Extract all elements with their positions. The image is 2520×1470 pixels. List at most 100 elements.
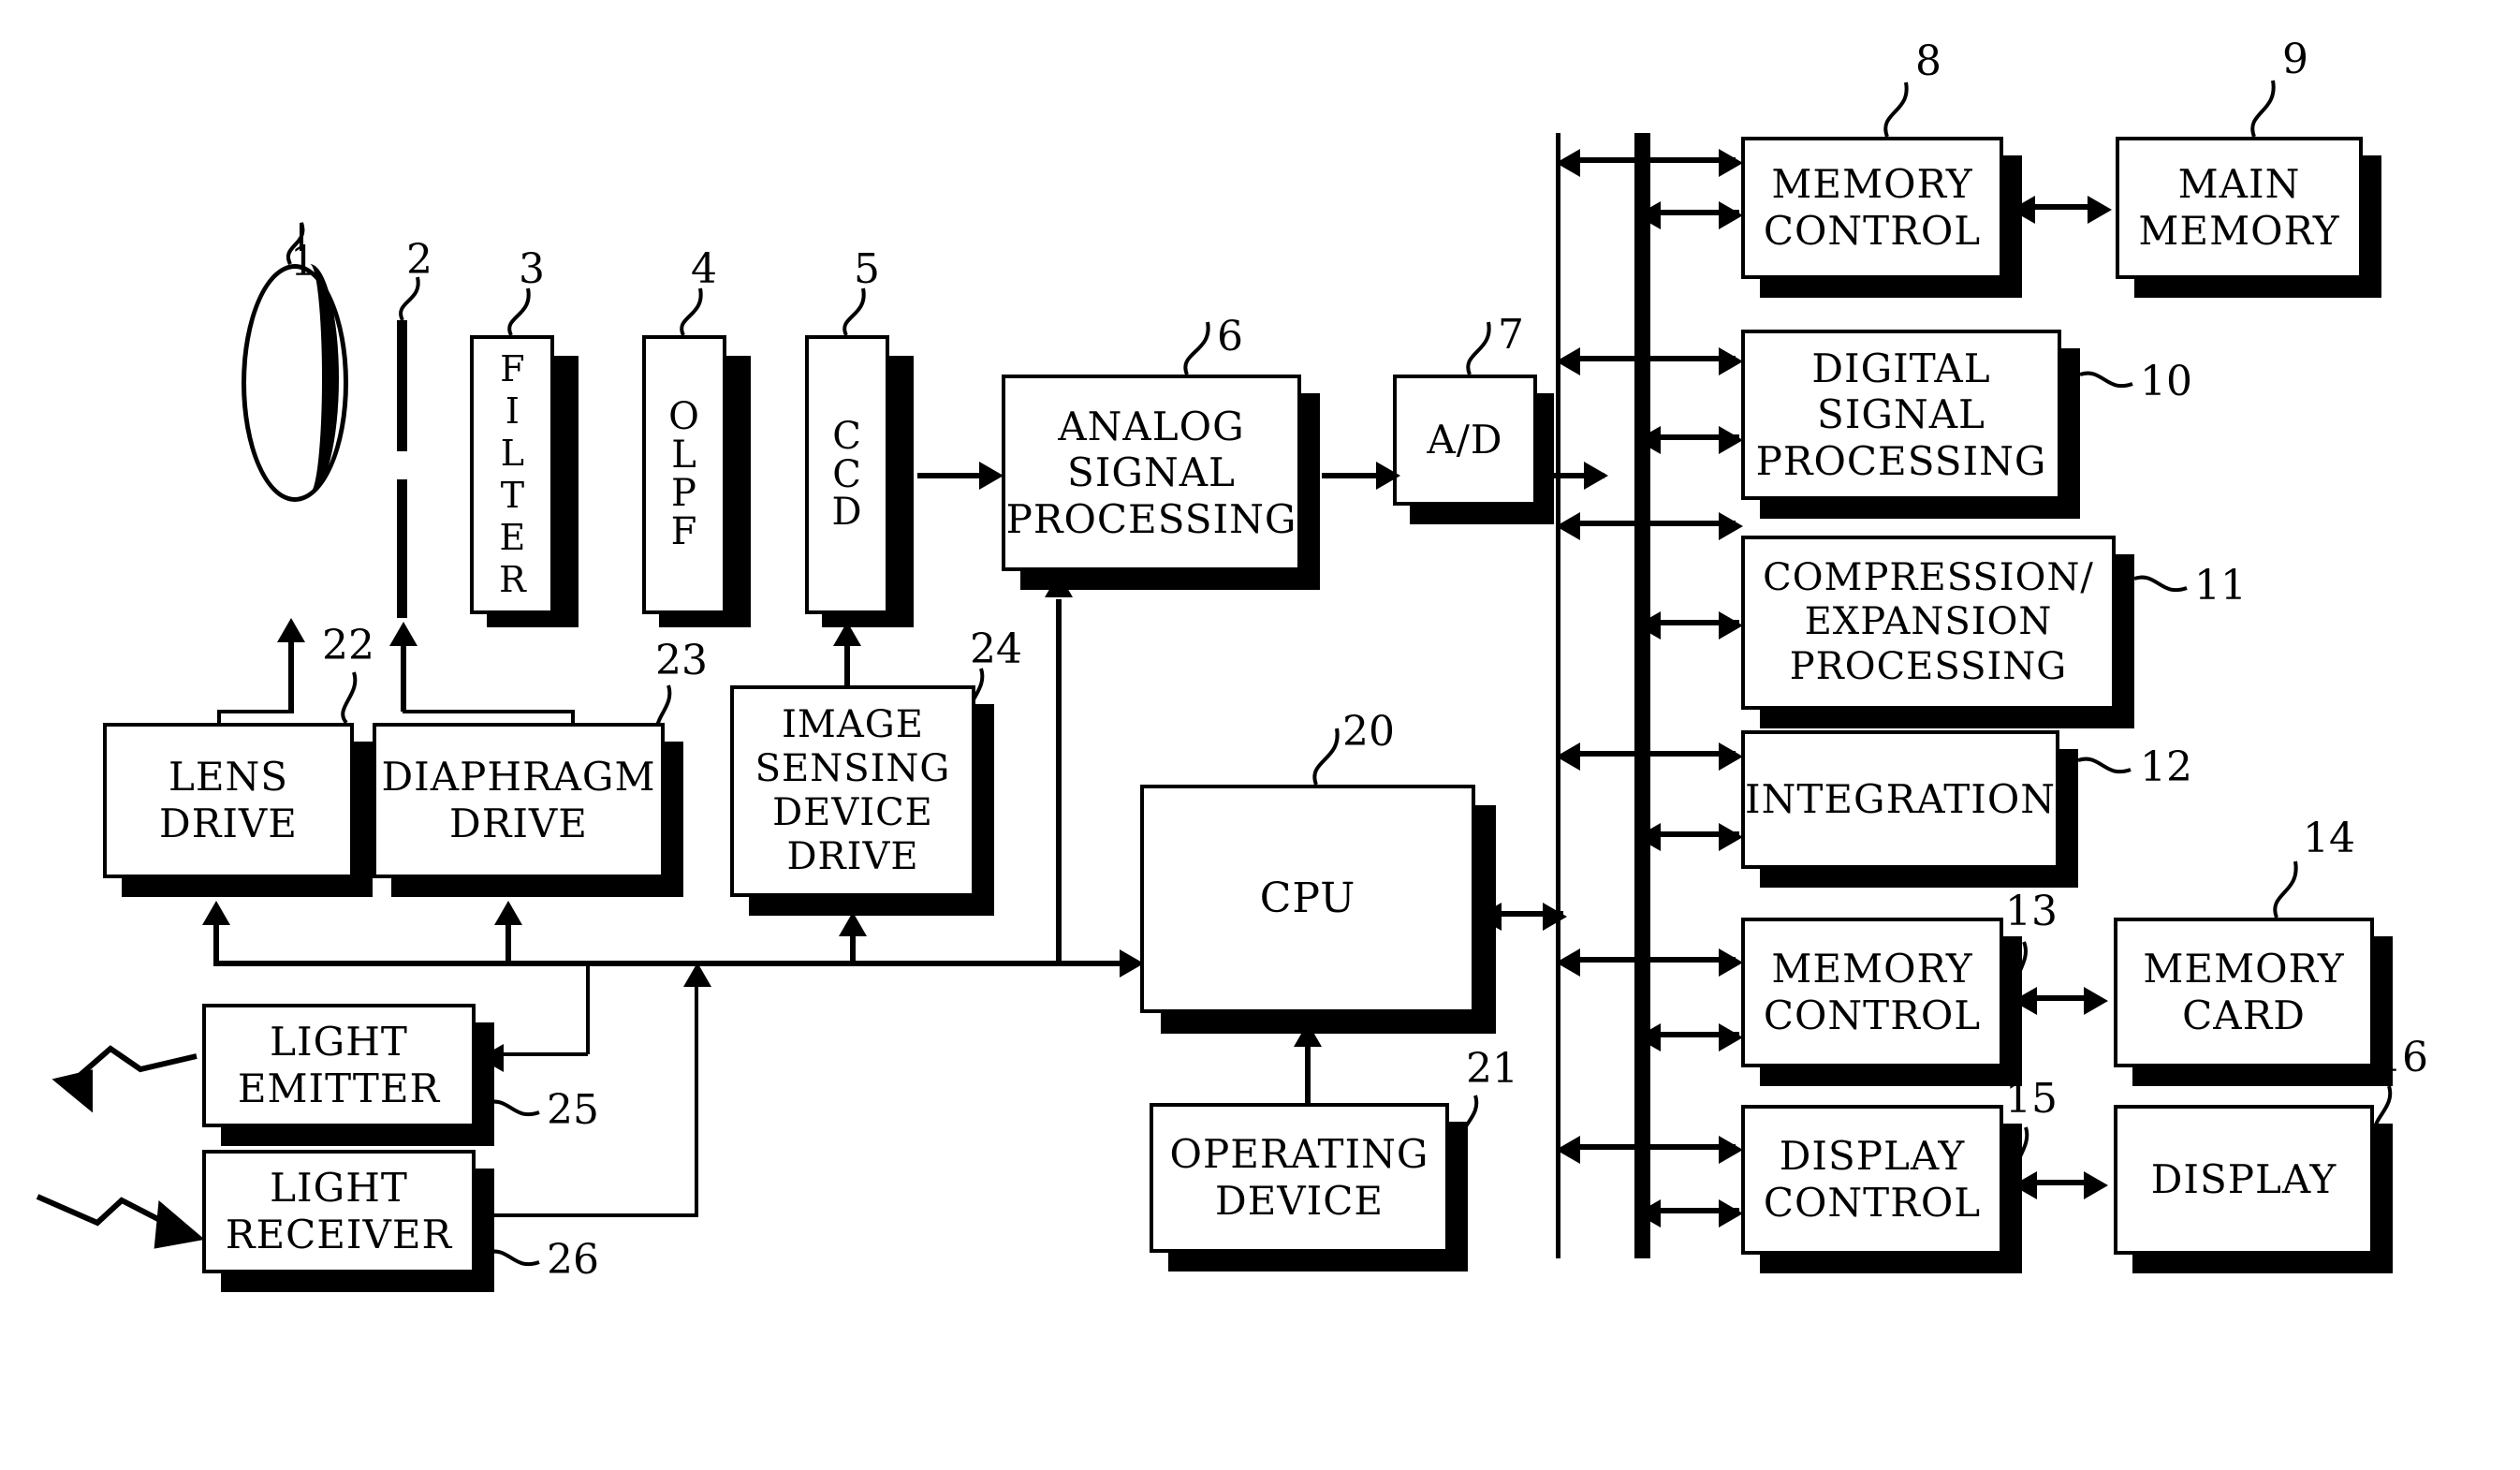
cpu-label: CPU	[1259, 875, 1356, 923]
bus-arrow-line-3	[1565, 356, 1736, 361]
bus-arrow-head-right-5	[1719, 512, 1743, 540]
image-sensing-drive-to-ccd-arrowhead	[833, 622, 861, 646]
ref-numeral-2: 2	[406, 236, 432, 284]
control-bus-riser-lens-drive	[213, 925, 219, 964]
memory-control-2-block: MEMORY CONTROL	[1741, 918, 2003, 1067]
lens-drive-label: LENS DRIVE	[159, 754, 298, 846]
control-bus-riser-lens-drive-arrowhead	[202, 901, 230, 925]
control-bus-riser-image-sensing-drive	[850, 936, 856, 964]
ref-numeral-6: 6	[1217, 313, 1243, 360]
display-control-label: DISPLAY CONTROL	[1763, 1133, 1982, 1226]
receiver-output-horizontal	[483, 1213, 698, 1217]
analog-signal-processing-block: ANALOG SIGNAL PROCESSING	[1002, 375, 1301, 571]
bus-arrow-head-right-3	[1719, 347, 1743, 375]
memory-control-1-block: MEMORY CONTROL	[1741, 137, 2003, 279]
diaphragm-drive-label: DIAPHRAGM DRIVE	[381, 754, 656, 846]
bus-arrow-head-left-3	[1556, 347, 1580, 375]
ref-numeral-14: 14	[2303, 815, 2355, 862]
control-bus-riser-diaphragm-drive-arrowhead	[494, 901, 522, 925]
emitter-feed-horizontal	[502, 1052, 588, 1056]
compression-expansion-block: COMPRESSION/ EXPANSION PROCESSING	[1741, 536, 2116, 710]
bus-arrow-head-left-6	[1636, 611, 1661, 639]
control-bus-horizontal	[213, 961, 1125, 966]
ccd-to-analog-arrowhead	[979, 462, 1004, 490]
ref-numeral-20: 20	[1342, 708, 1395, 756]
bus-arrow-head-right-8	[1719, 823, 1743, 851]
digital-signal-processing-label: DIGITAL SIGNAL PROCESSING	[1755, 345, 2047, 484]
digital-signal-processing-block: DIGITAL SIGNAL PROCESSING	[1741, 330, 2061, 500]
ref-numeral-1: 1	[290, 238, 316, 286]
control-bus-to-cpu-arrowhead	[1120, 949, 1144, 978]
ref-numeral-23: 23	[655, 637, 708, 684]
receiver-output-arrowhead	[683, 963, 711, 987]
ref-numeral-8: 8	[1915, 37, 1941, 85]
ccd-to-analog-line	[917, 473, 983, 478]
memcontrol-to-mainmemory-arrowhead-right	[2088, 196, 2112, 224]
integration-block: INTEGRATION	[1741, 730, 2059, 869]
bus-arrow-head-right-4	[1719, 426, 1743, 454]
memcontrol2-to-memcard-arrowhead-right	[2084, 987, 2108, 1015]
bus-arrow-head-left-8	[1636, 823, 1661, 851]
control-bus-riser-diaphragm-drive	[505, 925, 511, 964]
lens-drive-to-lens-arrowhead	[277, 618, 305, 642]
ref-numeral-15: 15	[2005, 1075, 2058, 1123]
display-block: DISPLAY	[2114, 1105, 2374, 1255]
bus-arrow-head-left-10	[1636, 1023, 1661, 1051]
bus-arrow-line-5	[1565, 521, 1736, 526]
ad-label: A/D	[1427, 417, 1503, 463]
bus-arrow-head-left-1	[1556, 149, 1580, 177]
ref-numeral-9: 9	[2282, 36, 2308, 83]
main-memory-block: MAIN MEMORY	[2116, 137, 2363, 279]
bus-arrow-head-left-5	[1556, 512, 1580, 540]
bus-line-thick	[1634, 133, 1650, 1258]
cpu-block: CPU	[1140, 785, 1475, 1013]
bus-arrow-line-7	[1565, 751, 1736, 757]
memcontrol-to-mainmemory-line	[2026, 204, 2093, 210]
light-emitter-block: LIGHT EMITTER	[202, 1004, 476, 1127]
bus-arrow-head-right-7	[1719, 742, 1743, 771]
bus-arrow-head-left-12	[1636, 1199, 1661, 1227]
olpf-label: O L P F	[668, 395, 700, 553]
bus-arrow-head-right-10	[1719, 1023, 1743, 1051]
ad-to-bus-arrowhead	[1584, 462, 1608, 490]
analog-signal-processing-label: ANALOG SIGNAL PROCESSING	[1005, 403, 1297, 542]
operating-device-label: OPERATING DEVICE	[1169, 1131, 1429, 1224]
bus-arrow-head-left-9	[1556, 948, 1580, 977]
memory-card-block: MEMORY CARD	[2114, 918, 2374, 1067]
light-receiver-label: LIGHT RECEIVER	[225, 1165, 453, 1257]
bus-arrow-head-right-9	[1719, 948, 1743, 977]
bus-arrow-head-left-7	[1556, 742, 1580, 771]
diaphragm-blade-bottom	[397, 479, 407, 618]
lens-drive-riser-horizontal	[217, 710, 292, 713]
ref-numeral-12: 12	[2140, 743, 2192, 791]
ref-numeral-7: 7	[1498, 311, 1524, 359]
operating-device-to-cpu-arrowhead	[1294, 1022, 1322, 1047]
filter-label: FILTER	[491, 348, 534, 601]
display-label: DISPLAY	[2150, 1156, 2337, 1203]
bus-arrow-head-right-1	[1719, 149, 1743, 177]
memory-control-2-label: MEMORY CONTROL	[1763, 946, 1982, 1038]
analog-feedback-arrowhead	[1045, 573, 1073, 597]
bus-arrow-line-11	[1565, 1144, 1736, 1150]
ref-numeral-4: 4	[691, 245, 717, 293]
operating-device-block: OPERATING DEVICE	[1150, 1103, 1449, 1253]
diaphragm-drive-to-diaphragm-arrowhead	[389, 622, 418, 646]
lens-thick-edge	[281, 264, 339, 492]
ad-block: A/D	[1393, 375, 1537, 506]
bus-arrow-head-right-11	[1719, 1136, 1743, 1164]
control-bus-riser-image-sensing-drive-arrowhead	[839, 912, 867, 936]
bus-arrow-head-right-12	[1719, 1199, 1743, 1227]
image-sensing-drive-to-ccd-line	[844, 646, 850, 687]
diaphragm-drive-riser-horizontal	[403, 710, 575, 713]
receiver-output-vertical	[695, 987, 698, 1217]
light-receiver-block: LIGHT RECEIVER	[202, 1150, 476, 1273]
ref-numeral-13: 13	[2005, 888, 2058, 935]
bus-arrow-head-right-2	[1719, 201, 1743, 229]
operating-device-to-cpu-line	[1305, 1047, 1311, 1103]
ccd-label: C C D	[831, 414, 863, 535]
ref-numeral-11: 11	[2194, 562, 2247, 610]
lens-drive-to-lens-line	[288, 642, 294, 713]
bus-arrow-head-left-4	[1636, 426, 1661, 454]
diaphragm-drive-to-diaphragm-line	[401, 646, 406, 712]
light-emitter-label: LIGHT EMITTER	[237, 1019, 441, 1111]
